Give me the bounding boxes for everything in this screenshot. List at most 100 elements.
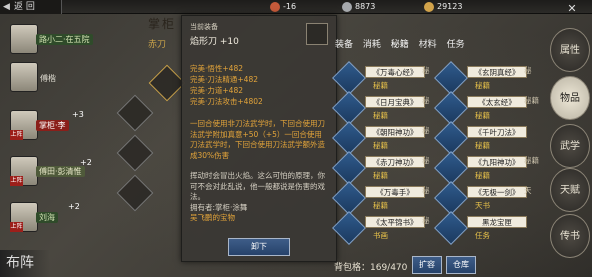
- list-item[interactable]: 《千叶刀法》 秘籍: [434, 121, 541, 155]
- item-type: 秘: [422, 216, 430, 225]
- equip-slot[interactable]: [148, 64, 186, 102]
- item-type: 秘: [422, 126, 430, 135]
- top-bar: ◀ 返 回 -16 8873 29123: [0, 0, 592, 14]
- list-item[interactable]: 《日月宝典》 秘籍 秘: [332, 91, 439, 125]
- item-category: 秘籍: [373, 81, 388, 90]
- item-icon: [434, 61, 468, 95]
- item-icon: [332, 61, 366, 95]
- expand-button[interactable]: 扩容: [412, 256, 442, 274]
- nav-attributes[interactable]: 属性: [550, 28, 590, 72]
- inventory-panel: 装备 消耗 秘籍 材料 任务 《万毒心经》 秘籍 秘 《玄阴真经》 秘籍 秘 《…: [331, 15, 545, 277]
- party-member[interactable]: 上阵 刘海 +2: [10, 202, 92, 235]
- avatar: [10, 24, 38, 54]
- list-item[interactable]: 《无极一剑》 天书 天: [434, 181, 541, 215]
- list-item[interactable]: 《太玄经》 秘籍 秘籍: [434, 91, 541, 125]
- inventory-tabs: 装备 消耗 秘籍 材料 任务: [335, 37, 472, 53]
- party-member[interactable]: 上阵 傅田·彭清惟 +2: [10, 156, 92, 189]
- item-owner: 拥有者:掌柜·涂舞: [190, 202, 248, 212]
- side-nav: 属性 物品 武学 天赋 传书: [548, 20, 592, 260]
- item-effect: 一回合使用非刀法武学时，下回合使用刀法武学附加真意+50（+5）一回合使用刀法武…: [190, 119, 325, 160]
- party-list: 路小二·在五院 傅楷 上阵 掌柜·李 +3 上阵 傅田·彭清惟 +2 上阵 刘海…: [0, 16, 100, 252]
- unequip-button[interactable]: 卸下: [228, 238, 290, 256]
- list-item[interactable]: 《太平锦书》 书画 秘: [332, 211, 439, 245]
- item-title: 《万毒心经》: [365, 66, 425, 78]
- bag-capacity: 背包格：169/470: [334, 263, 408, 273]
- item-type: 秘籍: [524, 156, 539, 165]
- member-name: 路小二·在五院: [36, 34, 93, 45]
- item-title: 《万毒手》: [365, 186, 425, 198]
- item-category: 秘籍: [475, 141, 490, 150]
- tab-quests[interactable]: 任务: [447, 37, 465, 50]
- item-title: 《朝阳神功》: [365, 126, 425, 138]
- item-title: 《太玄经》: [467, 96, 527, 108]
- tab-materials[interactable]: 材料: [419, 37, 437, 50]
- silver-icon: [342, 1, 352, 12]
- stat-line: 完美·刀法攻击+4802: [190, 97, 263, 106]
- item-category: 天书: [475, 201, 490, 210]
- close-button[interactable]: ✕: [557, 0, 587, 17]
- equip-slot[interactable]: [116, 174, 154, 212]
- item-type: 秘: [524, 66, 532, 75]
- formation-button[interactable]: 布阵: [0, 250, 50, 277]
- list-item[interactable]: 《万毒心经》 秘籍 秘: [332, 61, 439, 95]
- equip-slot[interactable]: [116, 134, 154, 172]
- item-icon: [332, 121, 366, 155]
- list-item[interactable]: 《九阳神功》 秘籍 秘籍: [434, 151, 541, 185]
- item-category: 秘籍: [475, 81, 490, 90]
- item-icon: [434, 91, 468, 125]
- item-stats: 完美·悟性+482 完美·刀法精通+482 完美·力道+482 完美·刀法攻击+…: [190, 63, 328, 107]
- stamina-icon: [270, 1, 280, 12]
- item-type: 秘: [422, 66, 430, 75]
- item-icon: [434, 181, 468, 215]
- list-item[interactable]: 黑龙宝匣 任务: [434, 211, 541, 245]
- nav-letters[interactable]: 传书: [550, 214, 590, 258]
- item-tooltip: 当前装备 焰形刀 +10 完美·悟性+482 完美·刀法精通+482 完美·力道…: [181, 15, 337, 262]
- tab-consumables[interactable]: 消耗: [363, 37, 381, 50]
- member-level: +3: [72, 110, 84, 119]
- item-category: 任务: [475, 231, 490, 240]
- equip-slot[interactable]: [116, 94, 154, 132]
- party-member[interactable]: 上阵 掌柜·李 +3: [10, 110, 92, 143]
- party-member[interactable]: 路小二·在五院: [10, 24, 93, 57]
- weapon-icon: [306, 23, 328, 45]
- back-button[interactable]: ◀ 返 回: [0, 0, 62, 14]
- nav-items[interactable]: 物品: [550, 76, 590, 120]
- item-title: 《千叶刀法》: [467, 126, 527, 138]
- item-title: 《太平锦书》: [365, 216, 425, 228]
- member-name: 傅楷: [40, 74, 56, 83]
- list-item[interactable]: 《玄阴真经》 秘籍 秘: [434, 61, 541, 95]
- item-icon: [332, 151, 366, 185]
- item-category: 秘籍: [475, 111, 490, 120]
- gold-icon: [424, 1, 434, 12]
- member-level: +2: [80, 158, 92, 167]
- gold-resource: 29123: [424, 1, 462, 13]
- tab-equipment[interactable]: 装备: [335, 37, 353, 50]
- list-item[interactable]: 《朝阳神功》 秘籍 秘: [332, 121, 439, 155]
- nav-martial-arts[interactable]: 武学: [550, 124, 590, 168]
- stat-line: 完美·力道+482: [190, 86, 243, 95]
- member-tag: 上阵: [10, 176, 23, 186]
- back-arrow-icon: ◀: [3, 2, 10, 12]
- member-name: 傅田·彭清惟: [36, 166, 85, 177]
- character-title: 掌柜: [148, 17, 177, 31]
- member-level: +2: [68, 202, 80, 211]
- item-category: 秘籍: [373, 171, 388, 180]
- gold-value: 29123: [437, 2, 463, 11]
- list-item[interactable]: 《万毒手》 秘籍 秘: [332, 181, 439, 215]
- member-name: 掌柜·李: [36, 120, 69, 131]
- item-title: 《玄阴真经》: [467, 66, 527, 78]
- stamina-value: -16: [283, 2, 297, 11]
- item-title: 黑龙宝匣: [467, 216, 527, 228]
- nav-talents[interactable]: 天赋: [550, 168, 590, 212]
- back-label: 返 回: [14, 2, 35, 12]
- warehouse-button[interactable]: 仓库: [446, 256, 476, 274]
- party-member[interactable]: 傅楷: [10, 62, 92, 95]
- character-subtitle: 赤刀: [148, 40, 167, 50]
- tab-manuals[interactable]: 秘籍: [391, 37, 409, 50]
- item-category: 秘籍: [475, 171, 490, 180]
- list-item[interactable]: 《赤刀神功》 秘籍 秘: [332, 151, 439, 185]
- item-icon: [332, 211, 366, 245]
- item-title: 《九阳神功》: [467, 156, 527, 168]
- member-name: 刘海: [36, 212, 58, 223]
- item-category: 秘籍: [373, 201, 388, 210]
